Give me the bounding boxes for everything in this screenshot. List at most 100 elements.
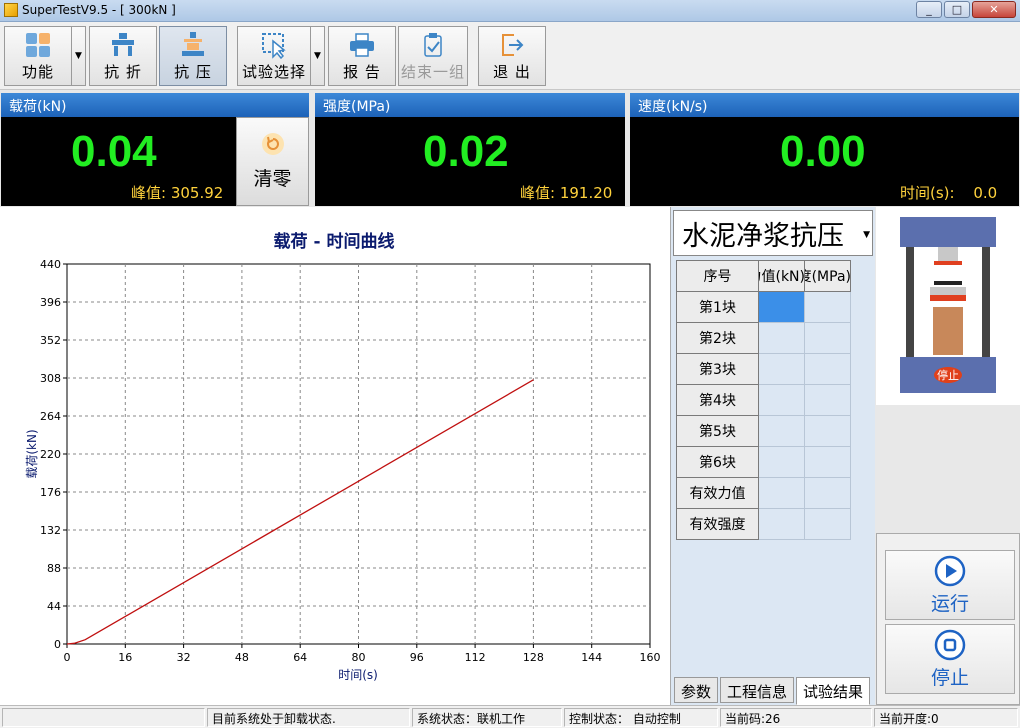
table-header-row: 序号 力值(kN) 强度(MPa) xyxy=(676,260,851,292)
window-controls: _ □ ✕ xyxy=(916,1,1016,18)
function-button[interactable]: 功能 xyxy=(4,26,72,86)
grid-icon xyxy=(26,33,50,57)
force-cell[interactable] xyxy=(758,384,805,416)
y-tick-label: 132 xyxy=(40,524,61,537)
chevron-down-icon: ▼ xyxy=(863,230,870,240)
status-control-state: 控制状态： 自动控制 xyxy=(564,708,718,727)
strength-value: 0.02 xyxy=(423,127,509,176)
results-panel: 水泥净浆抗压 ▼ 序号 力值(kN) 强度(MPa) 第1块第2块第3块第4块第… xyxy=(670,207,875,705)
press-machine-icon: 停止 xyxy=(900,217,996,393)
strength-cell[interactable] xyxy=(804,477,851,509)
zero-button[interactable]: 清零 xyxy=(236,117,309,206)
strength-cell[interactable] xyxy=(804,508,851,540)
close-button[interactable]: ✕ xyxy=(972,1,1016,18)
speed-readout: 速度(kN/s) 0.00 时间(s): 0.0 xyxy=(630,93,1019,206)
tab-test-results[interactable]: 试验结果 xyxy=(796,677,871,705)
x-axis-label: 时间(s) xyxy=(338,668,378,682)
status-system-message: 目前系统处于卸载状态. xyxy=(207,708,410,727)
exit-button[interactable]: 退 出 xyxy=(478,26,546,86)
y-tick-label: 0 xyxy=(54,638,61,651)
speed-header: 速度(kN/s) xyxy=(630,93,1019,117)
force-cell[interactable] xyxy=(758,291,805,323)
status-bar: 目前系统处于卸载状态. 系统状态：联机工作 控制状态： 自动控制 当前码:26 … xyxy=(0,705,1020,728)
printer-icon xyxy=(350,33,374,57)
x-tick-label: 112 xyxy=(465,651,486,664)
run-button[interactable]: 运行 xyxy=(885,550,1015,620)
strength-cell[interactable] xyxy=(804,415,851,447)
machine-status: 停止 xyxy=(937,368,959,382)
compression-button[interactable]: 抗 压 xyxy=(159,26,227,86)
chevron-down-icon: ▼ xyxy=(314,51,321,61)
chart-title: 载荷 - 时间曲线 xyxy=(274,231,395,252)
row-label: 第3块 xyxy=(676,353,759,385)
test-type-select[interactable]: 水泥净浆抗压 ▼ xyxy=(673,210,873,256)
row-label: 第4块 xyxy=(676,384,759,416)
load-peak: 峰值: 305.92 xyxy=(131,184,224,202)
x-tick-label: 0 xyxy=(64,651,71,664)
flexural-icon xyxy=(112,33,134,56)
y-axis-label: 载荷(kN) xyxy=(25,429,39,478)
row-label: 第1块 xyxy=(676,291,759,323)
x-tick-label: 16 xyxy=(118,651,132,664)
clipboard-check-icon xyxy=(424,33,442,57)
col-header-force: 力值(kN) xyxy=(758,260,805,292)
status-current-opening: 当前开度:0 xyxy=(874,708,1018,727)
table-row: 第6块 xyxy=(676,446,851,478)
table-row: 第1块 xyxy=(676,291,851,323)
load-value: 0.04 xyxy=(71,127,157,176)
row-label: 第2块 xyxy=(676,322,759,354)
y-tick-label: 396 xyxy=(40,296,61,309)
test-select-dropdown[interactable]: ▼ xyxy=(311,26,325,86)
machine-illustration: 停止 xyxy=(876,207,1020,405)
force-cell[interactable] xyxy=(758,446,805,478)
maximize-button[interactable]: □ xyxy=(944,1,970,18)
force-cell[interactable] xyxy=(758,353,805,385)
title-bar: SuperTestV9.5 - [ 300kN ] _ □ ✕ xyxy=(0,0,1020,22)
strength-cell[interactable] xyxy=(804,291,851,323)
toolbar: 功能 ▼ 抗 折 抗 压 试验选择 ▼ 报 告 结束一组 退 出 xyxy=(0,22,1020,90)
elapsed-time: 时间(s): 0.0 xyxy=(900,184,998,202)
window-title: SuperTestV9.5 - [ 300kN ] xyxy=(22,3,176,17)
strength-cell[interactable] xyxy=(804,353,851,385)
strength-cell[interactable] xyxy=(804,384,851,416)
app-icon xyxy=(4,3,18,17)
table-row: 第4块 xyxy=(676,384,851,416)
row-label: 有效力值 xyxy=(676,477,759,509)
force-cell[interactable] xyxy=(758,508,805,540)
function-dropdown[interactable]: ▼ xyxy=(72,26,86,86)
x-tick-label: 80 xyxy=(352,651,366,664)
x-tick-label: 160 xyxy=(640,651,661,664)
end-group-button: 结束一组 xyxy=(398,26,468,86)
y-tick-label: 440 xyxy=(40,258,61,271)
x-tick-label: 96 xyxy=(410,651,424,664)
flexural-button[interactable]: 抗 折 xyxy=(89,26,157,86)
tab-project-info[interactable]: 工程信息 xyxy=(720,677,795,703)
compression-icon xyxy=(182,32,204,56)
strength-peak: 峰值: 191.20 xyxy=(520,184,613,202)
test-select-button[interactable]: 试验选择 xyxy=(237,26,311,86)
row-label: 第5块 xyxy=(676,415,759,447)
results-table: 序号 力值(kN) 强度(MPa) 第1块第2块第3块第4块第5块第6块有效力值… xyxy=(676,260,851,540)
strength-cell[interactable] xyxy=(804,322,851,354)
load-time-chart: 0 16 32 48 64 80 96 112 128 144 160 0 44 88 132 176 220 2… xyxy=(0,207,670,705)
row-label: 有效强度 xyxy=(676,508,759,540)
stop-button[interactable]: 停止 xyxy=(885,624,1015,694)
tab-parameters[interactable]: 参数 xyxy=(674,677,719,703)
status-cell-empty xyxy=(2,708,205,727)
strength-cell[interactable] xyxy=(804,446,851,478)
chevron-down-icon: ▼ xyxy=(75,51,82,61)
col-header-strength: 强度(MPa) xyxy=(804,260,851,292)
y-tick-label: 88 xyxy=(47,562,61,575)
play-icon xyxy=(934,555,966,586)
cursor-select-icon xyxy=(262,33,286,59)
y-tick-label: 44 xyxy=(47,600,61,613)
report-button[interactable]: 报 告 xyxy=(328,26,396,86)
force-cell[interactable] xyxy=(758,415,805,447)
load-readout: 载荷(kN) 0.04 峰值: 305.92 清零 xyxy=(1,93,309,206)
reset-icon xyxy=(261,133,284,155)
force-cell[interactable] xyxy=(758,322,805,354)
stop-icon xyxy=(934,629,966,660)
control-panel: 运行 停止 xyxy=(876,533,1020,705)
minimize-button[interactable]: _ xyxy=(916,1,942,18)
force-cell[interactable] xyxy=(758,477,805,509)
